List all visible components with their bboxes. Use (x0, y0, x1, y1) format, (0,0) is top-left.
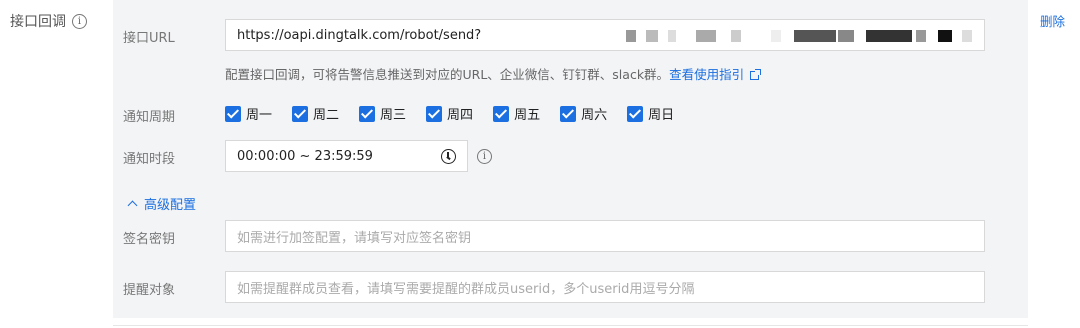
checkbox-mon[interactable]: 周一 (225, 104, 272, 123)
chevron-up-icon (127, 200, 138, 211)
checkbox-fri[interactable]: 周五 (493, 104, 540, 123)
usage-guide-link[interactable]: 查看使用指引 (669, 67, 744, 82)
period-label: 通知周期 (123, 110, 176, 125)
checkbox-sat[interactable]: 周六 (560, 104, 607, 123)
checkbox-checked-icon[interactable] (426, 105, 443, 122)
remind-label: 提醒对象 (123, 283, 176, 298)
callback-panel: 接口URL https://oapi.dingtalk.com/robot/se… (113, 0, 1028, 318)
checkbox-checked-icon[interactable] (359, 105, 376, 122)
checkbox-checked-icon[interactable] (292, 105, 309, 122)
delete-link[interactable]: 删除 (1040, 11, 1065, 30)
checkbox-checked-icon[interactable] (493, 105, 510, 122)
checkbox-tue[interactable]: 周二 (292, 104, 339, 123)
timerange-picker[interactable]: 00:00:00 ~ 23:59:59 (225, 140, 468, 172)
remind-userid-input[interactable]: 如需提醒群成员查看，请填写需要提醒的群成员userid，多个userid用逗号分… (225, 271, 985, 303)
checkbox-checked-icon[interactable] (627, 105, 644, 122)
checkbox-checked-icon[interactable] (560, 105, 577, 122)
external-link-icon[interactable] (750, 69, 762, 80)
checkbox-thu[interactable]: 周四 (426, 104, 473, 123)
divider (113, 325, 1028, 326)
url-hint: 配置接口回调，可将告警信息推送到对应的URL、企业微信、钉钉群、slack群。查… (225, 64, 762, 83)
timerange-label: 通知时段 (123, 152, 176, 167)
sign-secret-input[interactable]: 如需进行加签配置，请填写对应签名密钥 (225, 220, 985, 252)
section-label: 接口回调 i (10, 11, 87, 31)
clock-icon[interactable] (441, 148, 456, 164)
info-icon[interactable]: i (477, 149, 492, 164)
checkbox-wed[interactable]: 周三 (359, 104, 406, 123)
weekday-checkboxes: 周一 周二 周三 周四 周五 周六 周日 (225, 104, 694, 123)
url-label: 接口URL (123, 31, 175, 46)
advanced-config-toggle[interactable]: 高级配置 (127, 194, 196, 213)
sign-label: 签名密钥 (123, 232, 176, 247)
checkbox-checked-icon[interactable] (225, 105, 241, 122)
info-icon[interactable]: i (72, 13, 87, 29)
checkbox-sun[interactable]: 周日 (627, 104, 674, 123)
url-input[interactable]: https://oapi.dingtalk.com/robot/send? (225, 19, 985, 51)
